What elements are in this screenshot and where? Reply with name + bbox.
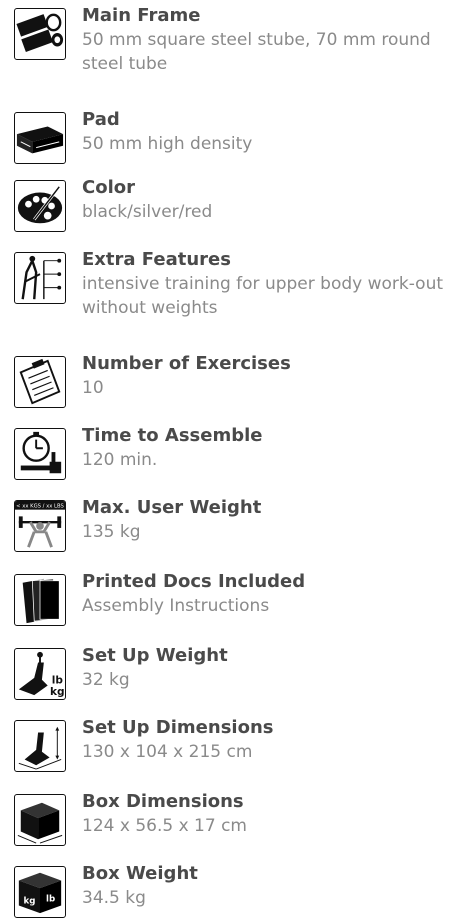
spec-pad: Pad 50 mm high density xyxy=(0,108,468,168)
spec-main-frame: Main Frame 50 mm square steel stube, 70 … xyxy=(0,4,468,84)
spec-title: Extra Features xyxy=(82,249,231,270)
spec-value: 10 xyxy=(82,378,104,398)
color-palette-icon xyxy=(14,180,66,232)
spec-title: Box Weight xyxy=(82,863,198,884)
box-weight-icon: kg lb xyxy=(14,866,66,918)
kg-label: kg xyxy=(23,897,35,907)
spec-time-to-assemble: Time to Assemble 120 min. xyxy=(0,424,468,484)
kg-label: kg xyxy=(50,686,65,698)
stopwatch-tools-icon xyxy=(14,428,66,480)
spec-value: 120 min. xyxy=(82,450,158,470)
box-dimensions-icon xyxy=(14,794,66,846)
steel-tube-icon xyxy=(14,8,66,60)
spec-box-weight: kg lb Box Weight 34.5 kg xyxy=(0,862,468,920)
spec-title: Set Up Weight xyxy=(82,645,228,666)
spec-box-dimensions: Box Dimensions 124 x 56.5 x 17 cm xyxy=(0,790,468,850)
spec-title: Color xyxy=(82,177,135,198)
spec-value: intensive training for upper body work-o… xyxy=(82,274,444,318)
spec-number-of-exercises: Number of Exercises 10 xyxy=(0,352,468,412)
extra-features-icon xyxy=(14,252,66,304)
spec-title: Max. User Weight xyxy=(82,497,262,518)
spec-set-up-dimensions: Set Up Dimensions 130 x 104 x 215 cm xyxy=(0,716,468,776)
spec-value: 130 x 104 x 215 cm xyxy=(82,742,253,762)
spec-title: Set Up Dimensions xyxy=(82,717,274,738)
spec-set-up-weight: lb kg Set Up Weight 32 kg xyxy=(0,644,468,704)
spec-extra-features: Extra Features intensive training for up… xyxy=(0,248,468,332)
spec-title: Main Frame xyxy=(82,5,201,26)
setup-weight-icon: lb kg xyxy=(14,648,66,700)
spec-value: black/silver/red xyxy=(82,202,213,222)
documents-icon xyxy=(14,574,66,626)
spec-title: Number of Exercises xyxy=(82,353,291,374)
lb-label: lb xyxy=(46,895,55,905)
spec-max-user-weight: < xx KGS / xx LBS Max. User Weight 135 k… xyxy=(0,496,468,556)
weightlifter-icon: < xx KGS / xx LBS xyxy=(14,500,66,552)
lb-label: lb xyxy=(52,675,64,687)
spec-value: 50 mm high density xyxy=(82,134,253,154)
spec-title: Time to Assemble xyxy=(82,425,263,446)
setup-dimensions-icon xyxy=(14,720,66,772)
spec-value: Assembly Instructions xyxy=(82,596,270,616)
spec-printed-docs: Printed Docs Included Assembly Instructi… xyxy=(0,570,468,630)
weight-icon-label: < xx KGS / xx LBS xyxy=(16,504,64,510)
spec-value: 50 mm square steel stube, 70 mm round st… xyxy=(82,30,431,74)
spec-value: 34.5 kg xyxy=(82,888,146,908)
clipboard-icon xyxy=(14,356,66,408)
spec-value: 32 kg xyxy=(82,670,130,690)
spec-title: Printed Docs Included xyxy=(82,571,306,592)
spec-value: 124 x 56.5 x 17 cm xyxy=(82,816,247,836)
pad-icon xyxy=(14,112,66,164)
spec-value: 135 kg xyxy=(82,522,141,542)
spec-color: Color black/silver/red xyxy=(0,176,468,236)
spec-title: Box Dimensions xyxy=(82,791,244,812)
spec-title: Pad xyxy=(82,109,120,130)
